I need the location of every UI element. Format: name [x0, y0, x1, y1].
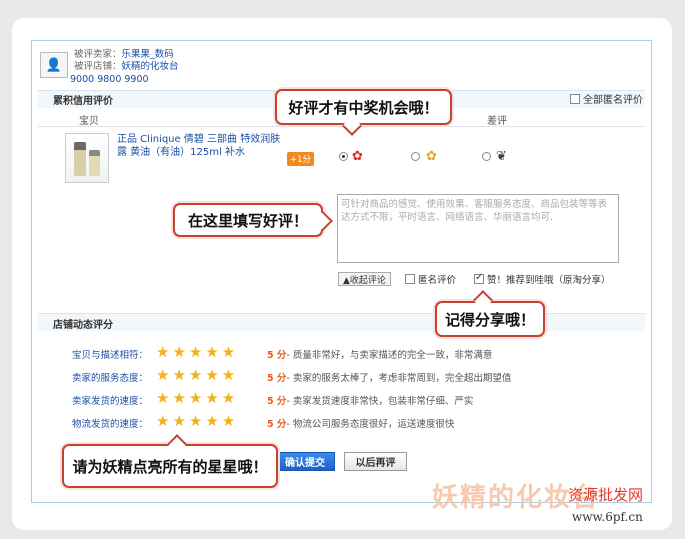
anonymous-review-label: 匿名评价	[418, 275, 457, 286]
anonymous-review-toggle[interactable]: 匿名评价	[405, 272, 456, 286]
score-value: 5 分	[267, 350, 287, 361]
seller-info: 被评卖家：乐果果_数码 被评店铺：妖精的化妆台	[74, 49, 179, 73]
callout-top: 好评才有中奖机会哦！	[275, 89, 452, 125]
product-name-link[interactable]: 正品 Clinique 倩碧 三部曲 特效润肤露 黄油（有油）125ml 补水	[117, 133, 285, 159]
callout-stars: 请为妖精点亮所有的星星哦！	[62, 444, 278, 488]
rating-negative-radio[interactable]	[482, 152, 491, 161]
seller-label: 被评卖家：	[74, 49, 122, 60]
column-header-negative: 差评	[487, 116, 507, 127]
site-watermark: 资源批发网	[568, 486, 644, 504]
column-header-item: 宝贝	[79, 116, 99, 127]
score-value: 5 分	[267, 419, 287, 430]
dynamic-section-title: 店铺动态评分	[53, 320, 113, 331]
rating-score: 5 分- 质量非常好，与卖家描述的完全一致，非常满意	[267, 347, 492, 361]
rating-row-label: 宝贝与描述相符：	[71, 350, 148, 361]
rating-score: 5 分- 物流公司服务态度很好，运送速度很快	[267, 416, 454, 430]
collapse-review-button[interactable]: ▲收起评论	[338, 272, 391, 286]
anonymous-all-checkbox[interactable]	[570, 93, 580, 104]
rating-neutral-radio[interactable]	[411, 152, 420, 161]
anonymous-all-label: 全部匿名评价	[583, 95, 643, 106]
score-desc: - 卖家的服务太棒了，考虑非常周到，完全超出期望值	[286, 373, 512, 384]
rating-row-label: 物流发货的速度：	[71, 419, 148, 430]
rating-score: 5 分- 卖家发货速度非常快，包装非常仔细、严实	[267, 393, 473, 407]
seller-name-link[interactable]: 乐果果_数码	[122, 49, 174, 60]
red-flower-icon: ✿	[352, 149, 363, 164]
rating-score: 5 分- 卖家的服务太棒了，考虑非常周到，完全超出期望值	[267, 370, 511, 384]
callout-left: 在这里填写好评！	[173, 203, 323, 237]
user-icon: 👤	[45, 57, 63, 73]
site-url-watermark: www.6pf.cn	[572, 510, 643, 524]
shop-label: 被评店铺：	[74, 61, 122, 72]
rating-positive-radio[interactable]	[339, 152, 348, 161]
score-value: 5 分	[267, 373, 287, 384]
review-textarea[interactable]: 可针对商品的感觉、使用效果、客服服务态度、商品包装等等表达方式不限，平时语言、网…	[337, 194, 619, 263]
star-rating[interactable]: ★★★★★	[156, 345, 238, 360]
wilted-flower-icon: ❦	[496, 149, 507, 164]
callout-top-text: 好评才有中奖机会哦！	[288, 98, 439, 117]
anonymous-review-checkbox[interactable]	[405, 274, 415, 284]
score-desc: - 质量非常好，与卖家描述的完全一致，非常满意	[286, 350, 493, 361]
shop-name-link[interactable]: 妖精的化妆台	[122, 61, 179, 72]
product-bottle-image	[74, 142, 86, 176]
credit-section-title: 累积信用评价	[53, 96, 113, 107]
score-desc: - 物流公司服务态度很好，运送速度很快	[286, 419, 455, 430]
rating-row-label: 卖家的服务态度：	[71, 373, 148, 384]
bonus-badge: +1分	[287, 152, 315, 166]
rating-row-label: 卖家发货的速度：	[71, 396, 148, 407]
share-toggle[interactable]: 赞！推荐到哇哦（原淘分享）	[474, 272, 611, 286]
callout-left-text: 在这里填写好评！	[187, 211, 308, 230]
product-bottle-image	[89, 150, 100, 176]
anonymous-all-toggle[interactable]: 全部匿名评价	[570, 91, 643, 106]
score-desc: - 卖家发货速度非常快，包装非常仔细、严实	[286, 396, 474, 407]
confirm-submit-button[interactable]: 确认提交	[275, 452, 335, 471]
seller-phones: 9000 9800 9900	[70, 74, 149, 85]
share-label: 赞！推荐到哇哦（原淘分享）	[487, 275, 611, 286]
score-value: 5 分	[267, 396, 287, 407]
star-rating[interactable]: ★★★★★	[156, 368, 238, 383]
share-checkbox[interactable]	[474, 272, 484, 284]
callout-stars-text: 请为妖精点亮所有的星星哦！	[72, 457, 268, 476]
seller-avatar: 👤	[40, 52, 68, 78]
dynamic-section-bar	[38, 313, 645, 331]
review-later-button[interactable]: 以后再评	[344, 452, 407, 471]
yellow-flower-icon: ✿	[426, 149, 437, 164]
callout-share: 记得分享哦！	[435, 301, 545, 337]
star-rating[interactable]: ★★★★★	[156, 391, 238, 406]
product-thumbnail[interactable]	[65, 133, 109, 183]
callout-share-text: 记得分享哦！	[444, 310, 535, 329]
star-rating[interactable]: ★★★★★	[156, 414, 238, 429]
